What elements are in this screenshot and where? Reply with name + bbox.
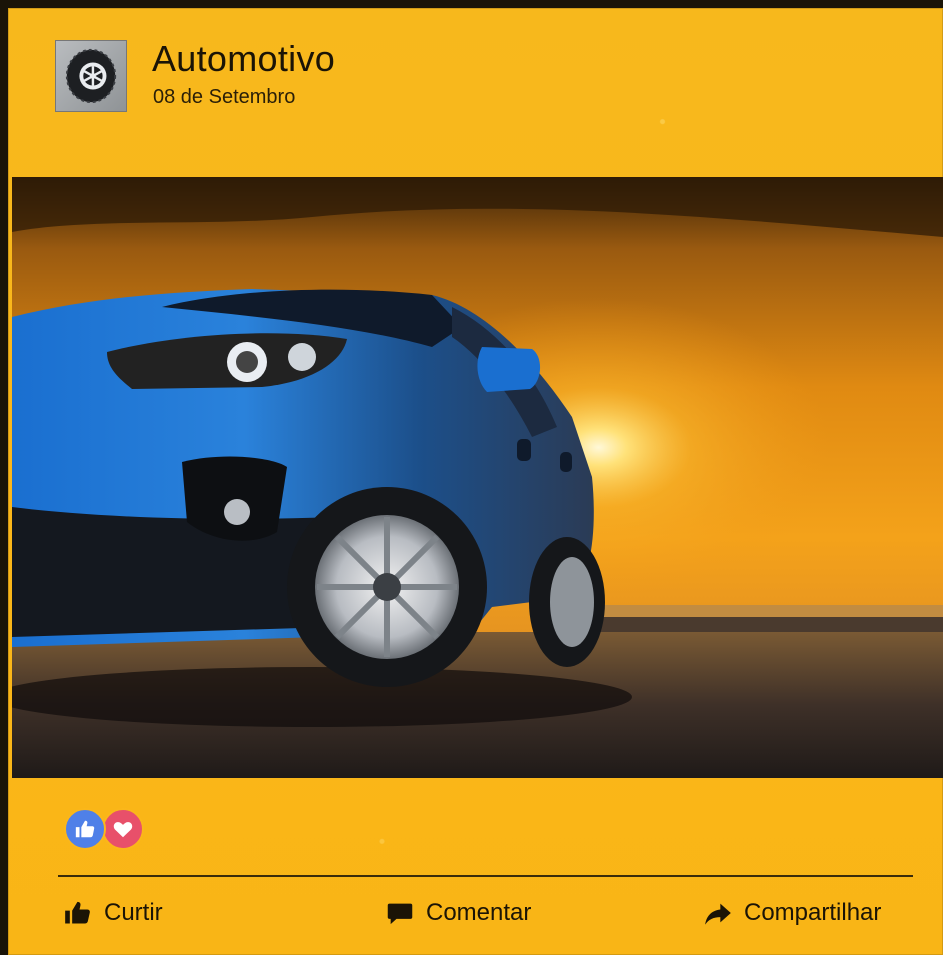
tire-icon: [65, 48, 117, 104]
comment-button[interactable]: Comentar: [386, 888, 531, 938]
actions-divider: [58, 875, 913, 877]
post-actions: Curtir Comentar Compartilhar: [8, 888, 943, 938]
like-button[interactable]: Curtir: [64, 888, 163, 938]
share-button[interactable]: Compartilhar: [704, 888, 881, 938]
like-reaction-icon: [64, 808, 106, 850]
post-card: Automotivo 08 de Setembro Curtir Comenta…: [8, 8, 943, 955]
comment-button-label: Comentar: [426, 899, 532, 926]
post-photo[interactable]: [12, 177, 943, 778]
comment-icon: [387, 903, 413, 925]
thumbs-up-icon: [65, 901, 90, 924]
reactions-summary[interactable]: [64, 808, 154, 850]
post-date[interactable]: 08 de Setembro: [153, 86, 295, 109]
post-header: Automotivo 08 de Setembro: [8, 8, 943, 176]
love-reaction-icon: [102, 808, 144, 850]
share-button-label: Compartilhar: [744, 899, 882, 926]
page-title[interactable]: Automotivo: [152, 38, 335, 80]
share-arrow-icon: [705, 903, 731, 925]
like-button-label: Curtir: [104, 899, 163, 926]
page-avatar[interactable]: [55, 40, 127, 112]
